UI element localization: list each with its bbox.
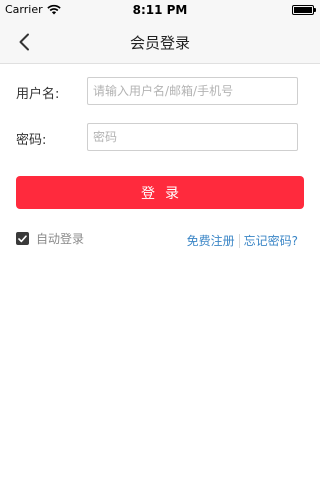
auto-login-checkbox[interactable] (16, 232, 29, 245)
status-time: 8:11 PM (132, 3, 188, 17)
link-divider (238, 233, 240, 248)
password-row: 密码: (16, 123, 300, 151)
login-button[interactable]: 登录 (16, 176, 304, 209)
checkmark-icon (18, 234, 27, 242)
auto-login-label: 自动登录 (36, 232, 85, 246)
forgot-password-link[interactable]: 忘记密码? (244, 232, 298, 249)
password-label: 密码: (16, 133, 47, 148)
battery-icon (292, 5, 316, 15)
auto-login-option[interactable]: 自动登录 (16, 230, 84, 247)
register-link[interactable]: 免费注册 (187, 232, 235, 249)
password-input[interactable] (87, 123, 298, 151)
battery-fill (294, 7, 312, 13)
page-title: 会员登录 (129, 34, 190, 52)
username-label: 用户名: (16, 87, 60, 102)
account-links: 免费注册 忘记密码? (187, 232, 298, 249)
username-input[interactable] (87, 77, 298, 105)
username-row: 用户名: (16, 77, 300, 105)
navigation-bar: 会员登录 (0, 20, 320, 64)
status-bar: Carrier 8:11 PM (0, 0, 320, 20)
